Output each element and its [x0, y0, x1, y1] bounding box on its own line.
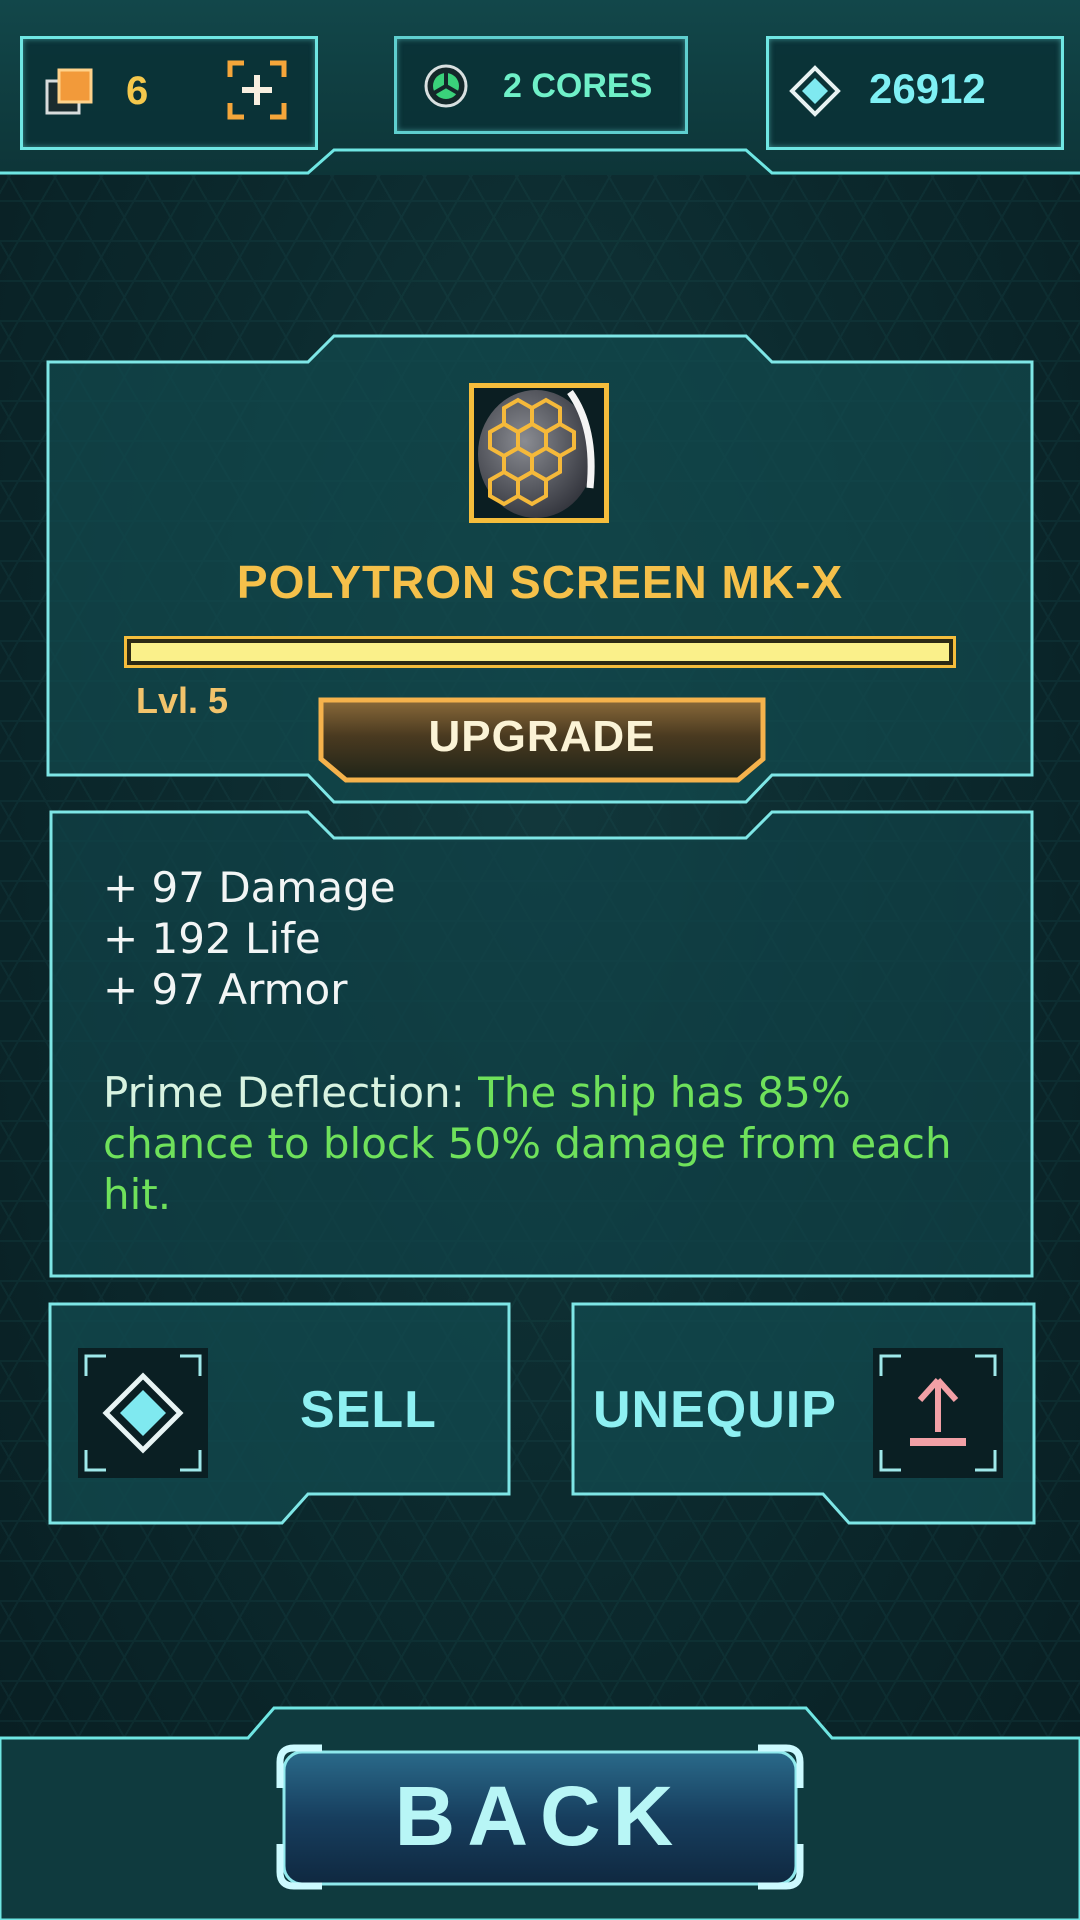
stat-life: + 192 Life — [103, 914, 321, 963]
sell-icon-slot — [78, 1348, 208, 1478]
item-name: POLYTRON SCREEN MK-X — [236, 556, 844, 608]
xp-progress-fill — [131, 643, 949, 661]
unequip-button[interactable]: UNEQUIP — [571, 1302, 1037, 1526]
unequip-label: UNEQUIP — [593, 1381, 837, 1439]
item-level: Lvl. 5 — [136, 680, 229, 721]
ability-description: Prime Deflection: The ship has 85% chanc… — [103, 1067, 983, 1220]
gem-icon — [84, 1354, 202, 1472]
back-label: BACK — [394, 1769, 686, 1863]
stat-damage: + 97 Damage — [103, 863, 396, 912]
item-icon[interactable] — [469, 383, 609, 523]
unequip-arrow-icon — [879, 1354, 997, 1472]
ability-name: Prime Deflection: — [103, 1068, 479, 1117]
hex-shield-icon — [478, 389, 595, 518]
stat-list: + 97 Damage + 192 Life + 97 Armor — [103, 862, 396, 1015]
xp-progress-bar — [124, 636, 956, 668]
sell-label: SELL — [300, 1381, 437, 1439]
unequip-icon-slot — [873, 1348, 1003, 1478]
upgrade-label: UPGRADE — [428, 712, 656, 761]
stat-armor: + 97 Armor — [103, 965, 348, 1014]
upgrade-button[interactable]: UPGRADE — [318, 697, 766, 783]
back-button[interactable]: BACK — [276, 1740, 804, 1892]
sell-button[interactable]: SELL — [48, 1302, 512, 1526]
